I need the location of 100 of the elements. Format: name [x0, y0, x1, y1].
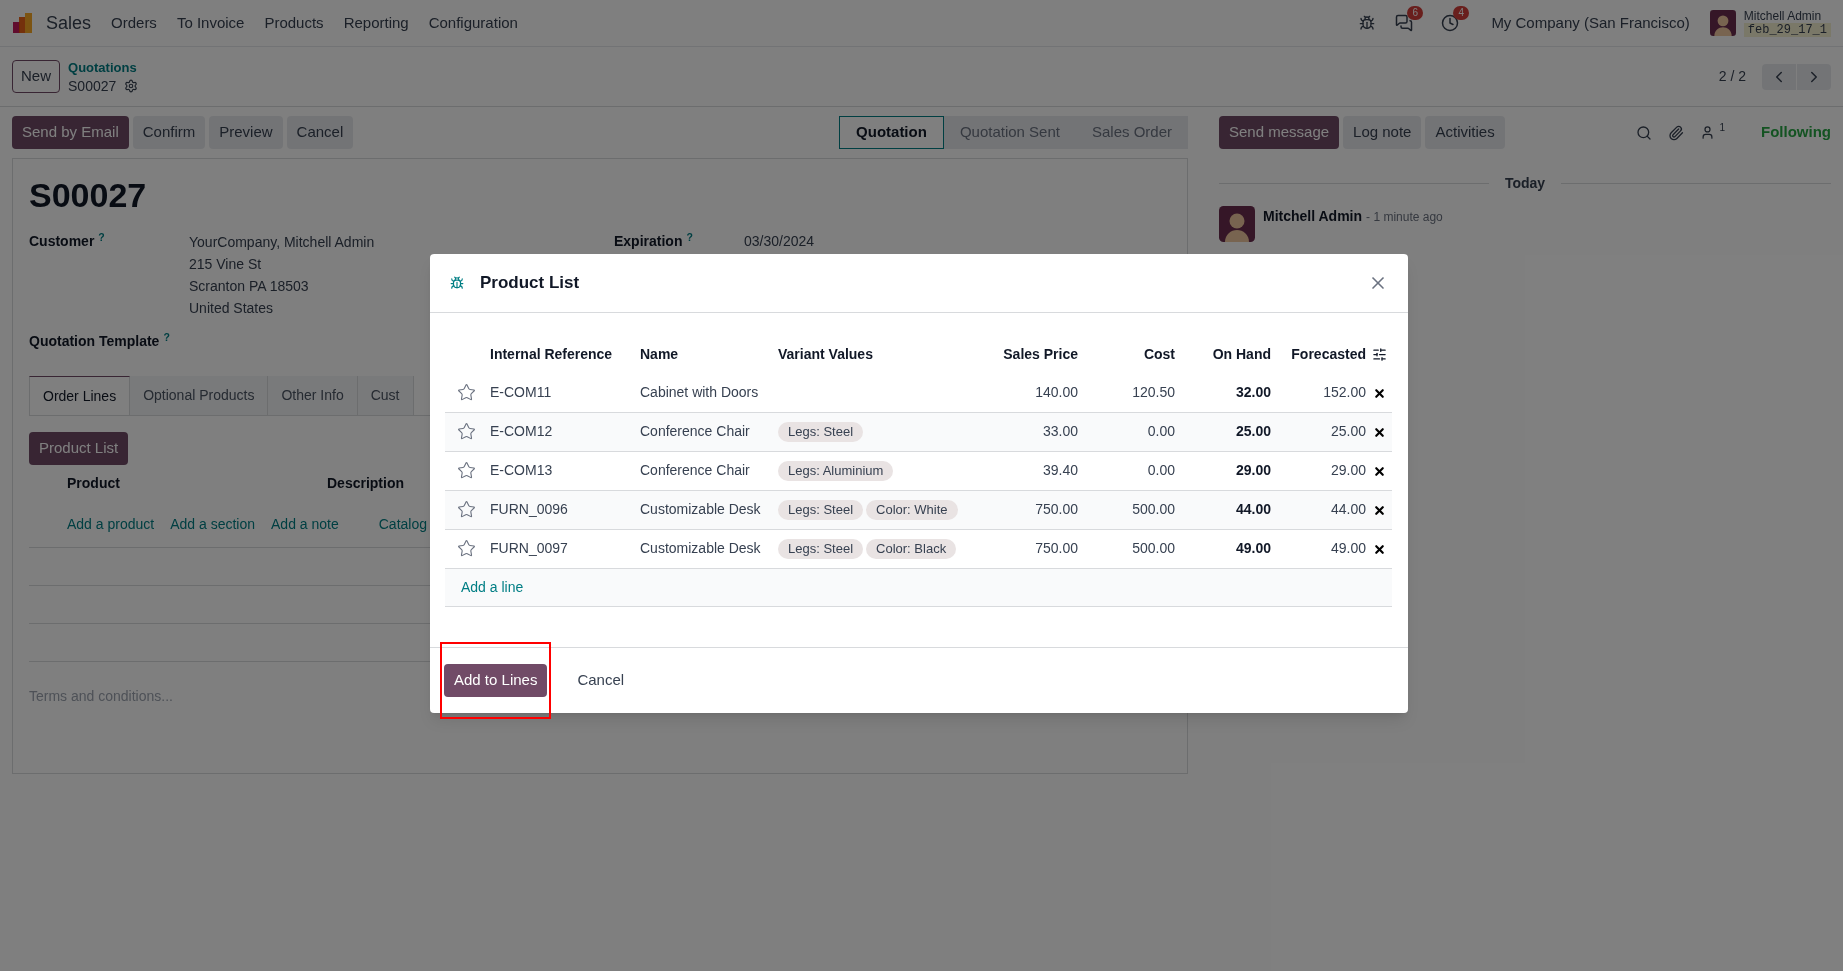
- bug-icon[interactable]: [1359, 15, 1376, 31]
- table-cell: 0.00: [1078, 412, 1175, 451]
- table-cell: 500.00: [1078, 529, 1175, 568]
- settings-icon[interactable]: [124, 78, 139, 93]
- table-cell: Conference Chair: [640, 451, 778, 490]
- record-name: S00027: [68, 76, 117, 95]
- favorite-star-icon[interactable]: [457, 461, 476, 480]
- favorite-star-icon[interactable]: [457, 422, 476, 441]
- variant-tag: Color: White: [866, 499, 958, 520]
- chatter-button[interactable]: Send message: [1219, 116, 1340, 149]
- add-link[interactable]: Add a note: [271, 514, 339, 535]
- company-switcher[interactable]: My Company (San Francisco): [1491, 11, 1690, 35]
- table-cell: 49.00: [1175, 529, 1271, 568]
- favorite-star-icon[interactable]: [457, 382, 476, 402]
- paperclip-icon[interactable]: [1668, 124, 1685, 141]
- variant-tag: Color: Black: [866, 538, 957, 559]
- menu-item[interactable]: Reporting: [343, 11, 409, 35]
- column-header: Description: [327, 474, 404, 493]
- add-link[interactable]: Add a section: [170, 514, 255, 535]
- action-button[interactable]: Preview: [209, 116, 283, 149]
- column-header[interactable]: Sales Price: [993, 335, 1078, 373]
- delete-icon[interactable]: [1372, 464, 1386, 478]
- table-cell: 29.00: [1175, 451, 1271, 490]
- pager: 2 / 2: [1718, 67, 1746, 86]
- variant-tag: Legs: Steel: [778, 421, 864, 442]
- chatter-button[interactable]: Log note: [1343, 116, 1422, 149]
- chatter-button[interactable]: Activities: [1425, 116, 1505, 149]
- app-name[interactable]: Sales: [46, 9, 92, 37]
- date-separator: Today: [1504, 174, 1546, 193]
- address-line: 215 Vine St: [189, 255, 263, 274]
- table-cell: FURN_0097: [490, 529, 640, 568]
- dialog-button[interactable]: Add to Lines: [444, 663, 548, 697]
- menu-item[interactable]: To Invoice: [176, 11, 245, 35]
- add-link[interactable]: Add a product: [67, 514, 155, 535]
- notification-badge: 4: [1453, 6, 1469, 20]
- favorite-star-icon[interactable]: [457, 539, 476, 558]
- delete-icon[interactable]: [1372, 503, 1386, 517]
- favorite-star-icon[interactable]: [457, 500, 476, 519]
- column-header[interactable]: Variant Values: [778, 335, 993, 373]
- bug-icon: [450, 276, 464, 290]
- column-header[interactable]: On Hand: [1175, 335, 1271, 373]
- field-label: Quotation Template $^{?}$: [29, 333, 170, 349]
- notification-badge: 6: [1407, 6, 1423, 20]
- delete-icon[interactable]: [1372, 425, 1386, 439]
- table-cell: E-COM11: [490, 373, 640, 412]
- column-header[interactable]: Name: [640, 335, 778, 373]
- product-list-button[interactable]: Product List: [29, 432, 129, 465]
- table-cell: 25.00: [1271, 412, 1366, 451]
- user-name[interactable]: Mitchell Admin: [1743, 9, 1831, 23]
- status-step[interactable]: Quotation Sent: [943, 116, 1076, 149]
- table-cell: Customizable Desk: [640, 490, 778, 529]
- search-icon[interactable]: [1636, 124, 1653, 141]
- form-tab[interactable]: Optional Products: [130, 376, 269, 415]
- table-cell: 140.00: [993, 373, 1078, 412]
- previous-button[interactable]: [1762, 63, 1796, 90]
- address-line: YourCompany, Mitchell Admin: [189, 233, 375, 252]
- column-header[interactable]: Cost: [1078, 335, 1175, 373]
- table-cell: 33.00: [993, 412, 1078, 451]
- field-label: Expiration $^{?}$: [614, 231, 694, 251]
- breadcrumb-link[interactable]: Quotations: [68, 58, 139, 77]
- address-line: Scranton PA 18503: [189, 277, 310, 296]
- new-button[interactable]: New: [12, 60, 60, 93]
- add-line-link[interactable]: Add a line: [461, 578, 524, 595]
- menu-item[interactable]: Configuration: [428, 11, 518, 35]
- menu-item[interactable]: Orders: [111, 11, 157, 35]
- delete-icon[interactable]: [1372, 386, 1386, 400]
- form-tab[interactable]: Other Info: [268, 376, 358, 415]
- column-header[interactable]: Internal Reference: [490, 335, 640, 373]
- table-cell: 750.00: [993, 529, 1078, 568]
- table-cell: FURN_0096: [490, 490, 640, 529]
- table-cell: 0.00: [1078, 451, 1175, 490]
- followers-icon[interactable]: [1700, 125, 1716, 140]
- table-cell: 152.00: [1271, 373, 1366, 412]
- action-button[interactable]: Cancel: [286, 116, 354, 149]
- status-step[interactable]: Quotation: [839, 116, 944, 149]
- action-button[interactable]: Confirm: [132, 116, 206, 149]
- table-cell: Cabinet with Doors: [640, 373, 778, 412]
- dialog-button[interactable]: Cancel: [567, 663, 635, 697]
- form-tab[interactable]: Order Lines: [29, 376, 131, 415]
- add-link[interactable]: Catalog: [378, 514, 427, 535]
- action-button[interactable]: Send by Email: [12, 116, 129, 149]
- menu-item[interactable]: Products: [264, 11, 324, 35]
- delete-icon[interactable]: [1372, 542, 1386, 556]
- form-tab[interactable]: Cust: [357, 376, 414, 415]
- clock-icon[interactable]: [1441, 14, 1460, 32]
- table-cell: 44.00: [1271, 490, 1366, 529]
- table-cell: 750.00: [993, 490, 1078, 529]
- table-cell: E-COM13: [490, 451, 640, 490]
- field-label: Customer $^{?}$: [29, 231, 106, 251]
- column-header[interactable]: Forecasted: [1271, 335, 1366, 373]
- variant-tag: Legs: Aluminium: [778, 460, 894, 481]
- app-logo-icon[interactable]: [12, 12, 34, 34]
- next-button[interactable]: [1796, 63, 1831, 90]
- column-settings-icon[interactable]: [1371, 347, 1387, 363]
- database-name: feb_29_17_1: [1743, 23, 1831, 37]
- table-cell: 39.40: [993, 451, 1078, 490]
- messages-icon[interactable]: [1395, 14, 1414, 32]
- status-step[interactable]: Sales Order: [1075, 116, 1188, 149]
- avatar-icon: [1709, 10, 1736, 36]
- following-status[interactable]: Following: [1761, 121, 1831, 144]
